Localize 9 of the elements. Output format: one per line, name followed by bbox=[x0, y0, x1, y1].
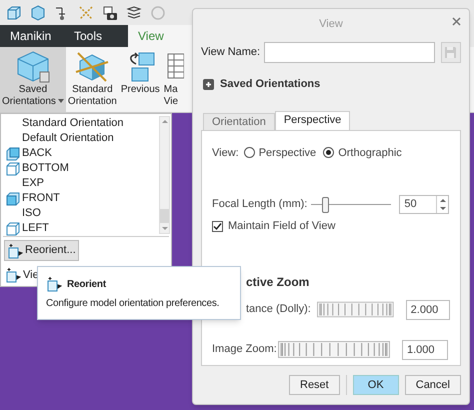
zoom-label: tance (Dolly): bbox=[246, 302, 312, 318]
tooltip-text: Configure model orientation preferences. bbox=[46, 297, 220, 311]
zoom-label: Image Zoom: bbox=[212, 342, 278, 358]
view-label: View: bbox=[212, 146, 239, 160]
view-name-label: View Name: bbox=[201, 45, 260, 60]
dialog-title: View bbox=[319, 16, 343, 32]
tooltip-title: Reorient bbox=[67, 278, 106, 292]
section-heading: ctive Zoom bbox=[246, 274, 310, 290]
focal-length-label: Focal Length (mm): bbox=[212, 197, 308, 212]
